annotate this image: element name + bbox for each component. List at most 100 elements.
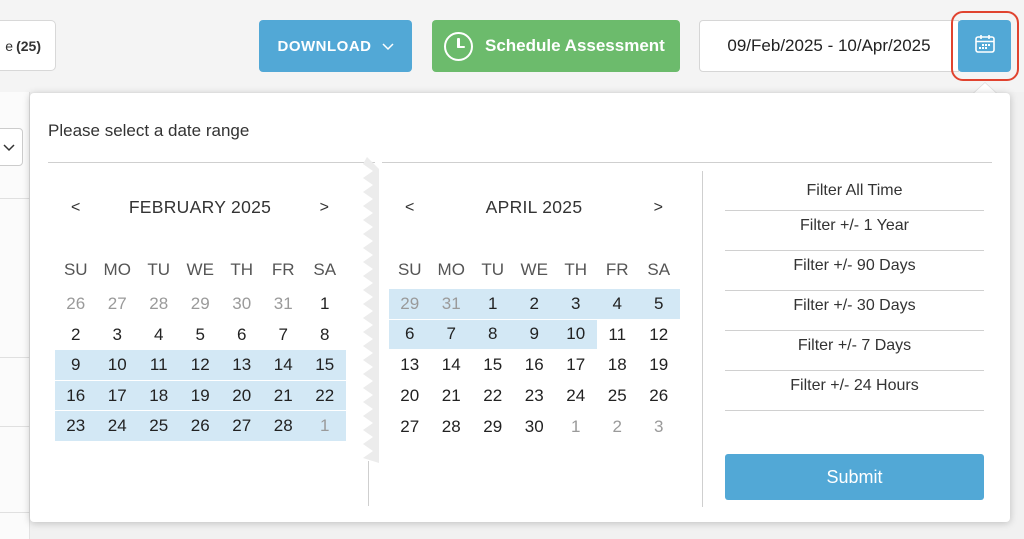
popup-title: Please select a date range <box>48 121 250 140</box>
day-cell[interactable]: 13 <box>389 350 431 381</box>
day-cell[interactable]: 8 <box>304 320 346 351</box>
filter-24-hours-button[interactable]: Filter +/- 24 Hours <box>725 362 984 411</box>
day-cell[interactable]: 19 <box>638 350 680 381</box>
day-cell[interactable]: 3 <box>97 320 139 351</box>
day-cell[interactable]: 22 <box>472 381 514 412</box>
day-cell[interactable]: 8 <box>472 319 514 351</box>
day-cell[interactable]: 3 <box>638 411 680 442</box>
day-cell[interactable]: 12 <box>638 320 680 351</box>
day-cell[interactable]: 24 <box>96 411 138 442</box>
day-cell[interactable]: 26 <box>638 381 680 412</box>
day-cell[interactable]: 16 <box>55 380 97 412</box>
day-cell[interactable]: 23 <box>55 411 97 442</box>
day-cell[interactable]: 28 <box>431 411 473 442</box>
day-cell[interactable]: 28 <box>138 289 180 320</box>
weekday-label: TU <box>147 260 171 279</box>
weekday-label: WE <box>520 260 548 279</box>
divider <box>702 171 703 507</box>
day-cell[interactable]: 27 <box>97 289 139 320</box>
date-range-popup: Please select a date range < FEBRUARY 20… <box>30 93 1010 522</box>
day-cell[interactable]: 25 <box>138 411 180 442</box>
calendar-toggle-button[interactable] <box>958 20 1011 72</box>
day-cell[interactable]: 2 <box>55 320 97 351</box>
day-cell[interactable]: 22 <box>304 380 346 412</box>
day-cell[interactable]: 7 <box>263 320 305 351</box>
day-cell[interactable]: 3 <box>555 289 597 320</box>
day-cell[interactable]: 11 <box>597 320 639 351</box>
day-cell[interactable]: 15 <box>472 350 514 381</box>
page-size-select[interactable] <box>0 128 23 166</box>
day-cell[interactable]: 1 <box>304 289 346 320</box>
day-cell[interactable]: 6 <box>221 320 263 351</box>
day-cell[interactable]: 19 <box>179 380 221 412</box>
day-cell[interactable]: 4 <box>138 320 180 351</box>
filter-count-button[interactable]: e (25) <box>0 20 56 71</box>
next-month-button[interactable]: > <box>320 199 329 217</box>
next-month-button[interactable]: > <box>654 199 663 217</box>
day-cell[interactable]: 24 <box>555 381 597 412</box>
day-cell[interactable]: 18 <box>597 350 639 381</box>
filter-count-badge: (25) <box>16 37 41 54</box>
day-cell[interactable]: 31 <box>263 289 305 320</box>
day-cell[interactable]: 1 <box>555 411 597 442</box>
day-cell[interactable]: 2 <box>597 411 639 442</box>
day-cell[interactable]: 9 <box>513 319 555 351</box>
calendar-header: < FEBRUARY 2025 > <box>55 193 345 227</box>
background-row-divider <box>0 426 30 427</box>
day-cell[interactable]: 18 <box>138 380 180 412</box>
weekday-label: TU <box>481 260 505 279</box>
day-cell[interactable]: 20 <box>221 380 263 412</box>
submit-button[interactable]: Submit <box>725 454 984 500</box>
day-cell[interactable]: 1 <box>304 411 346 442</box>
divider <box>48 162 375 163</box>
day-cell[interactable]: 29 <box>472 411 514 442</box>
schedule-assessment-button[interactable]: Schedule Assessment <box>432 20 680 72</box>
day-cell[interactable]: 21 <box>262 380 304 412</box>
day-cell[interactable]: 25 <box>597 381 639 412</box>
day-cell[interactable]: 29 <box>180 289 222 320</box>
day-cell[interactable]: 30 <box>514 411 556 442</box>
day-cell[interactable]: 5 <box>180 320 222 351</box>
day-cell[interactable]: 11 <box>138 350 180 381</box>
day-cell[interactable]: 27 <box>221 411 263 442</box>
day-cell[interactable]: 21 <box>431 381 473 412</box>
day-cell[interactable]: 17 <box>555 350 597 381</box>
day-cell[interactable]: 12 <box>179 350 221 381</box>
day-cell[interactable]: 10 <box>96 350 138 381</box>
weekday-label: SU <box>397 260 422 279</box>
day-cell[interactable]: 9 <box>55 350 97 381</box>
day-cell[interactable]: 31 <box>430 289 472 320</box>
day-cell[interactable]: 10 <box>555 319 597 351</box>
day-cell[interactable]: 30 <box>221 289 263 320</box>
day-cell[interactable]: 26 <box>55 289 97 320</box>
background-row-divider <box>0 198 30 199</box>
day-cell[interactable]: 13 <box>221 350 263 381</box>
day-cell[interactable]: 6 <box>389 319 431 351</box>
weekday-label: FR <box>271 260 295 279</box>
date-range-input[interactable]: 09/Feb/2025 - 10/Apr/2025 <box>699 20 959 72</box>
month-label: APRIL 2025 <box>485 197 583 217</box>
day-cell[interactable]: 1 <box>472 289 514 320</box>
day-cell[interactable]: 27 <box>389 411 431 442</box>
day-cell[interactable]: 20 <box>389 381 431 412</box>
day-cell[interactable]: 15 <box>304 350 346 381</box>
day-cell[interactable]: 5 <box>638 289 680 320</box>
calendar-icon <box>974 33 996 60</box>
day-cell[interactable]: 17 <box>96 380 138 412</box>
day-cell[interactable]: 4 <box>596 289 638 320</box>
download-button[interactable]: DOWNLOAD <box>259 20 412 72</box>
day-cell[interactable]: 28 <box>262 411 304 442</box>
weekday-label: SA <box>647 260 671 279</box>
calendar-february: < FEBRUARY 2025 > SU MO TU WE TH FR SA 2… <box>55 193 346 442</box>
day-cell[interactable]: 14 <box>262 350 304 381</box>
day-cell[interactable]: 16 <box>514 350 556 381</box>
day-cell[interactable]: 26 <box>179 411 221 442</box>
weekday-label: MO <box>103 260 131 279</box>
day-cell[interactable]: 7 <box>430 319 472 351</box>
day-grid: 26 27 28 29 30 31 1 2 3 4 5 6 7 8 9 10 11 12 13 14 15 16 17 18 1… <box>55 289 346 442</box>
day-cell[interactable]: 29 <box>389 289 431 320</box>
day-cell[interactable]: 14 <box>431 350 473 381</box>
background-row-divider <box>0 512 30 513</box>
day-cell[interactable]: 2 <box>513 289 555 320</box>
day-cell[interactable]: 23 <box>514 381 556 412</box>
